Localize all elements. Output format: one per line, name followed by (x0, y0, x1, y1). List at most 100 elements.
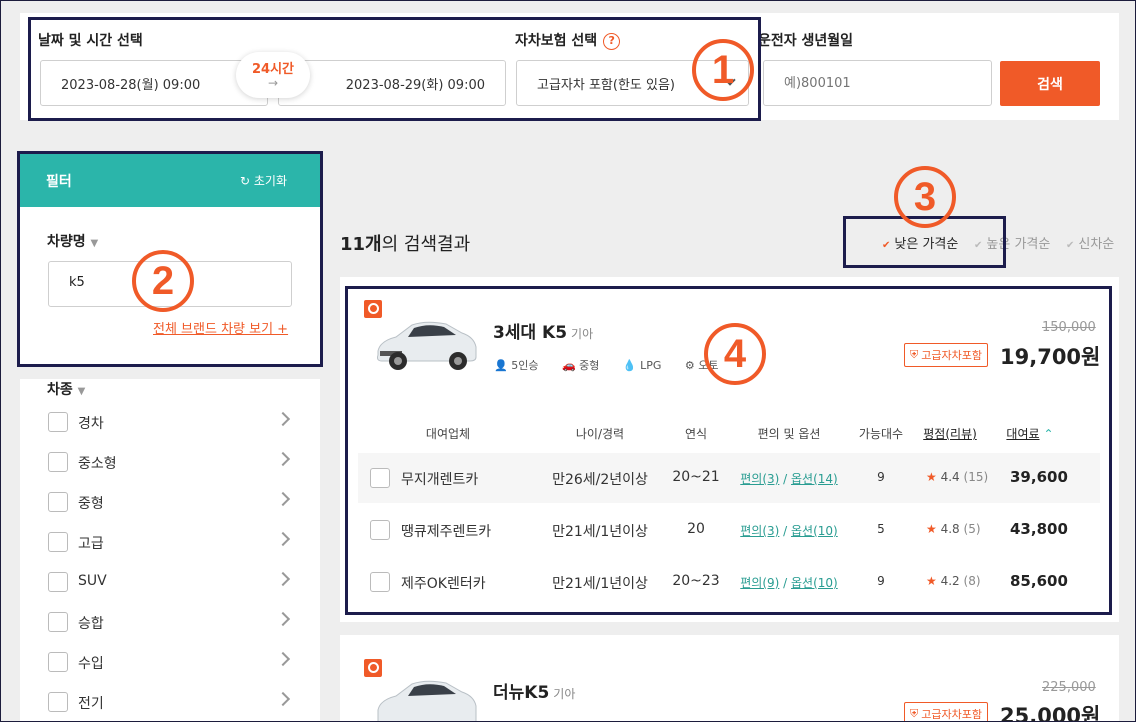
car-name-value: k5 (69, 275, 85, 290)
company-name: 제주OK렌터카 (401, 576, 486, 592)
company-name: 무지개렌트카 (401, 472, 479, 488)
category-item[interactable]: 경차 (48, 410, 291, 434)
arrow-right-icon: → (267, 76, 279, 90)
end-date-field[interactable]: 2023-08-29(화) 09:00 (278, 60, 506, 106)
car-icon: 🚗 중형 (561, 359, 600, 372)
category-checkbox[interactable] (48, 652, 68, 672)
sort-option[interactable]: ✔ 신차순 (1066, 233, 1114, 252)
category-item[interactable]: 중소형 (48, 450, 291, 474)
table-header: 연식 (684, 427, 708, 441)
dob-label: 운전자 생년월일 (758, 33, 854, 49)
category-item[interactable]: SUV (48, 570, 291, 594)
category-label: SUV (78, 573, 107, 589)
table-header[interactable]: 대여료 ⌃ (990, 425, 1070, 442)
chevron-right-icon (275, 571, 291, 587)
car-price: 19,700원 (1000, 345, 1101, 369)
category-checkbox[interactable] (48, 532, 68, 552)
category-item[interactable]: 수입 (48, 650, 291, 674)
filter-header: 필터 ↻ 초기화 (20, 153, 320, 207)
person-icon: 👤 5인승 (494, 359, 539, 372)
filter-title: 필터 (46, 174, 72, 190)
insurance-value: 고급자차 포함(한도 있음) (537, 77, 676, 93)
start-date-field[interactable]: 2023-08-28(월) 09:00 (40, 60, 268, 106)
convenience-link[interactable]: 편의(3) (740, 524, 779, 538)
company-name: 땡큐제주렌트카 (401, 524, 492, 540)
options-link[interactable]: 옵션(10) (791, 524, 838, 538)
category-label: 전기 (78, 696, 104, 712)
shield-icon: ⛨ (910, 707, 919, 720)
category-checkbox[interactable] (48, 412, 68, 432)
category-label: 중소형 (78, 456, 117, 472)
chevron-right-icon (275, 531, 291, 547)
all-brands-link[interactable]: 전체 브랜드 차량 보기 + (153, 318, 288, 337)
category-checkbox[interactable] (48, 612, 68, 632)
car-image (377, 321, 477, 370)
category-checkbox[interactable] (48, 572, 68, 592)
chevron-right-icon (275, 451, 291, 467)
options-link[interactable]: 옵션(14) (791, 472, 838, 486)
chevron-up-icon: ⌃ (1043, 427, 1054, 441)
rental-fee: 43,800 (1010, 520, 1068, 538)
chevron-right-icon (275, 651, 291, 667)
fuel-drop-icon: 💧 LPG (622, 359, 662, 372)
options-links: 편의(3) / 옵션(14) (740, 472, 838, 486)
results-count: 11개의 검색결과 (340, 234, 471, 255)
sort-option[interactable]: ✔ 낮은 가격순 (882, 233, 958, 252)
caret-down-icon: ▼ (77, 386, 86, 397)
options-link[interactable]: 옵션(10) (791, 576, 838, 590)
divider (20, 365, 320, 379)
category-label: 승합 (78, 616, 104, 632)
table-header: 편의 및 옵션 (757, 427, 821, 441)
category-item[interactable]: 중형 (48, 490, 291, 514)
insurance-label: 자차보험 선택? (515, 30, 621, 50)
duration-badge: 24시간 → (236, 52, 310, 98)
old-price: 150,000 (1042, 320, 1096, 335)
shield-icon: ⛨ (910, 348, 919, 361)
chevron-right-icon (275, 411, 291, 427)
convenience-link[interactable]: 편의(9) (740, 576, 779, 590)
category-item[interactable]: 전기 (48, 690, 291, 714)
category-label: 경차 (78, 416, 104, 432)
old-price: 225,000 (1042, 680, 1096, 695)
search-bar: 날짜 및 시간 선택 2023-08-28(월) 09:00 2023-08-2… (20, 13, 1119, 120)
car-image (377, 680, 477, 722)
car-type-label[interactable]: 차종 ▼ (47, 379, 85, 399)
category-checkbox[interactable] (48, 452, 68, 472)
reset-label: 초기화 (253, 174, 288, 188)
date-label: 날짜 및 시간 선택 (38, 33, 143, 49)
category-item[interactable]: 승합 (48, 610, 291, 634)
rating: ★ 4.4 (15) (926, 470, 989, 484)
reset-button[interactable]: ↻ 초기화 (240, 172, 287, 189)
insurance-badge: ⛨ 고급자차포함 (904, 343, 988, 367)
convenience-link[interactable]: 편의(3) (740, 472, 779, 486)
table-header[interactable]: 평점(리뷰) (910, 425, 990, 442)
category-item[interactable]: 고급 (48, 530, 291, 554)
rental-fee: 39,600 (1010, 468, 1068, 486)
available-count: 9 (877, 470, 885, 484)
search-button[interactable]: 검색 (1000, 61, 1100, 106)
table-header: 나이/경력 (575, 427, 625, 441)
car-title[interactable]: 3세대 K5 기아 (493, 318, 593, 343)
row-checkbox[interactable] (370, 520, 390, 540)
end-date-value: 2023-08-29(화) 09:00 (345, 77, 485, 93)
car-title[interactable]: 더뉴K5 기아 (493, 678, 575, 703)
help-icon[interactable]: ? (603, 32, 621, 50)
available-count: 9 (877, 574, 885, 588)
category-checkbox[interactable] (48, 492, 68, 512)
annotation-number: 4 (704, 323, 766, 385)
chevron-right-icon (275, 691, 291, 707)
table-header: 가능대수 (858, 427, 904, 441)
sort-option[interactable]: ✔ 높은 가격순 (974, 233, 1050, 252)
table-row[interactable]: 무지개렌트카 만26세/2년이상 20~21 편의(3) / 옵션(14) 9 ★ 4.4… (358, 453, 1100, 503)
dob-input[interactable] (763, 60, 992, 106)
annotation-number: 3 (894, 166, 956, 228)
available-count: 5 (877, 522, 885, 536)
check-icon: ✔ (882, 240, 891, 251)
car-name-label[interactable]: 차량명 ▼ (47, 231, 98, 251)
check-icon: ✔ (1066, 240, 1075, 251)
category-checkbox[interactable] (48, 692, 68, 712)
table-row[interactable]: 땡큐제주렌트카 만21세/1년이상 20 편의(3) / 옵션(10) 5 ★ 4.8 (… (358, 505, 1100, 555)
row-checkbox[interactable] (370, 572, 390, 592)
table-row[interactable]: 제주OK렌터카 만21세/1년이상 20~23 편의(9) / 옵션(10) 9 ★ 4.… (358, 557, 1100, 607)
row-checkbox[interactable] (370, 468, 390, 488)
